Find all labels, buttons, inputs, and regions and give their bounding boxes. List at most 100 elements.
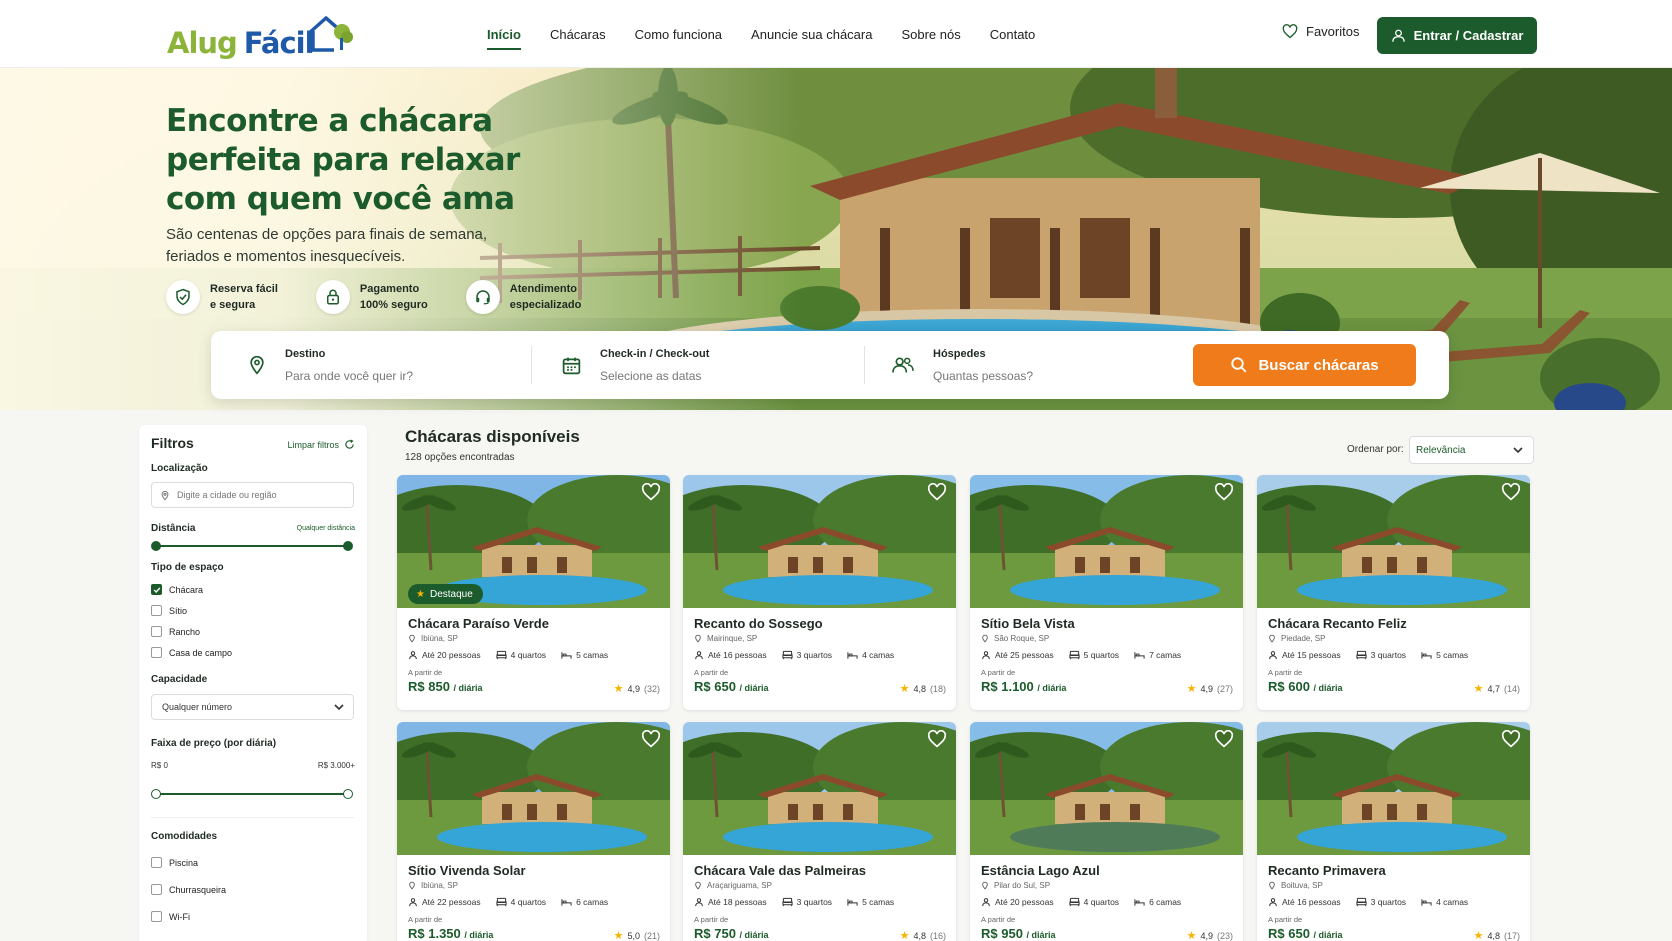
price-max-label: R$ 3.000+	[317, 761, 355, 770]
bed-icon	[782, 897, 793, 907]
spec-rooms: 3 quartos	[1356, 650, 1406, 660]
listing-photo	[970, 722, 1243, 855]
destination-label: Destino	[285, 347, 326, 360]
listing-name: Sítio Bela Vista	[981, 616, 1075, 631]
favorite-heart-icon[interactable]	[1214, 483, 1234, 501]
listing-card[interactable]: Recanto Primavera Boituva, SP Até 16 pes…	[1257, 722, 1530, 941]
favorite-heart-icon[interactable]	[1501, 483, 1521, 501]
listing-card[interactable]: Sítio Vivenda Solar Ibiúna, SP Até 22 pe…	[397, 722, 670, 941]
amenity-wifi-checkbox[interactable]: Wi-Fi	[151, 911, 190, 922]
listing-location-text: Pilar do Sul, SP	[994, 881, 1051, 890]
capacity-label: Capacidade	[151, 674, 208, 685]
favorite-heart-icon[interactable]	[1214, 730, 1234, 748]
hero-subtitle: São centenas de opções para finais de se…	[166, 226, 488, 265]
type-casa-de-campo-checkbox[interactable]: Casa de campo	[151, 647, 232, 658]
spec-people: Até 16 pessoas	[1268, 897, 1341, 907]
favorite-heart-icon[interactable]	[927, 483, 947, 501]
distance-min-knob[interactable]	[151, 541, 161, 551]
spec-people: Até 20 pessoas	[981, 897, 1054, 907]
amenities-label: Comodidades	[151, 831, 218, 842]
search-divider	[531, 346, 532, 384]
nav-anuncie[interactable]: Anuncie sua chácara	[751, 0, 872, 68]
listing-card[interactable]: ★ Destaque Chácara Paraíso Verde Ibiúna, …	[397, 475, 670, 710]
amenity-churrasqueira-checkbox[interactable]: Churrasqueira	[151, 884, 226, 895]
checkbox-unchecked	[151, 626, 162, 637]
spec-beds: 6 camas	[1134, 897, 1181, 907]
listing-location-text: Piedade, SP	[1281, 634, 1326, 643]
person-icon	[695, 898, 703, 907]
map-pin-icon	[695, 634, 701, 643]
nav-contato[interactable]: Contato	[990, 0, 1036, 68]
feature-secure-payment-label: Pagamento 100% seguro	[359, 283, 428, 311]
destination-field[interactable]: Destino Para onde você quer ir?	[247, 331, 413, 399]
spec-rooms: 4 quartos	[496, 897, 546, 907]
favorite-heart-icon[interactable]	[1501, 730, 1521, 748]
price-from-label: A partir de	[1268, 668, 1303, 677]
lock-icon	[315, 280, 350, 314]
listing-price: R$ 1.100 / diária	[981, 679, 1067, 694]
distance-max-knob[interactable]	[343, 541, 353, 551]
listing-location-text: Ibiúna, SP	[421, 881, 458, 890]
price-from-label: A partir de	[981, 915, 1016, 924]
nav-inicio[interactable]: Início	[487, 0, 521, 68]
distance-slider[interactable]	[151, 541, 353, 551]
search-bar: Destino Para onde você quer ir? Check-in…	[211, 331, 1449, 399]
nav-como-funciona[interactable]: Como funciona	[635, 0, 722, 68]
price-min-knob[interactable]	[151, 789, 161, 799]
listing-rating: ★ 4,9 (23)	[1186, 930, 1233, 941]
favorite-heart-icon[interactable]	[927, 730, 947, 748]
search-button[interactable]: Buscar chácaras	[1193, 344, 1416, 386]
listing-location-text: Ibiúna, SP	[421, 634, 458, 643]
listing-location: São Roque, SP	[981, 634, 1049, 643]
location-placeholder: Digite a cidade ou região	[177, 490, 277, 500]
favorite-heart-icon[interactable]	[641, 730, 661, 748]
favorite-heart-icon[interactable]	[641, 483, 661, 501]
sort-select[interactable]: Relevância	[1409, 436, 1534, 464]
clear-filters-link[interactable]: Limpar filtros	[287, 439, 355, 450]
location-input[interactable]: Digite a cidade ou região	[151, 482, 354, 508]
listing-price: R$ 650 / diária	[694, 679, 769, 694]
checkbox-unchecked	[151, 884, 162, 895]
dates-field[interactable]: Check-in / Check-out Selecione as datas	[561, 331, 709, 399]
nav-chacaras[interactable]: Chácaras	[550, 0, 606, 68]
guests-label: Hóspedes	[933, 347, 986, 360]
favorites-link[interactable]: Favoritos	[1282, 24, 1359, 39]
listing-card[interactable]: Chácara Recanto Feliz Piedade, SP Até 15…	[1257, 475, 1530, 710]
listing-specs: Até 18 pessoas 3 quartos 5 camas	[694, 897, 909, 907]
feature-support: Atendimento especializado	[465, 280, 581, 314]
listing-specs: Até 15 pessoas 3 quartos 5 camas	[1268, 650, 1483, 660]
type-chacara-checkbox[interactable]: Chácara	[151, 584, 203, 595]
farmhouse-photo-image	[683, 722, 956, 855]
person-icon	[1269, 898, 1277, 907]
amenity-churrasqueira-label: Churrasqueira	[169, 884, 227, 895]
listing-rating: ★ 4,9 (32)	[613, 683, 660, 695]
bed-icon	[1069, 897, 1080, 907]
capacity-select[interactable]: Qualquer número	[151, 694, 354, 720]
price-max-knob[interactable]	[343, 789, 353, 799]
type-rancho-checkbox[interactable]: Rancho	[151, 626, 200, 637]
star-icon: ★	[1186, 930, 1197, 941]
listing-card[interactable]: Sítio Bela Vista São Roque, SP Até 25 pe…	[970, 475, 1243, 710]
amenity-piscina-checkbox[interactable]: Piscina	[151, 857, 198, 868]
star-icon: ★	[899, 683, 910, 695]
hero-features: Reserva fácil e segura Pagamento 100% se…	[166, 280, 619, 314]
map-pin-icon	[409, 881, 415, 890]
listing-card[interactable]: Recanto do Sossego Mairinque, SP Até 16 …	[683, 475, 956, 710]
star-icon: ★	[1473, 930, 1484, 941]
login-button[interactable]: Entrar / Cadastrar	[1377, 17, 1537, 54]
price-slider[interactable]	[151, 789, 353, 799]
spec-people: Até 16 pessoas	[694, 650, 767, 660]
farmhouse-photo-image	[970, 722, 1243, 855]
clear-filters-label: Limpar filtros	[287, 439, 339, 450]
house-tree-logo-icon	[306, 16, 353, 52]
destination-placeholder: Para onde você quer ir?	[285, 368, 414, 383]
filters-panel: Filtros Limpar filtros Localização Digit…	[139, 425, 367, 941]
guests-field[interactable]: Hóspedes Quantas pessoas?	[891, 331, 1033, 399]
brand-logo[interactable]: Alug Fácil	[167, 12, 354, 58]
listing-card[interactable]: Chácara Vale das Palmeiras Araçariguama,…	[683, 722, 956, 941]
listing-card[interactable]: Estância Lago Azul Pilar do Sul, SP Até …	[970, 722, 1243, 941]
type-sitio-checkbox[interactable]: Sítio	[151, 605, 187, 616]
price-range-label: Faixa de preço (por diária)	[151, 738, 277, 749]
nav-sobre-nos[interactable]: Sobre nós	[901, 0, 960, 68]
listing-photo	[970, 475, 1243, 608]
